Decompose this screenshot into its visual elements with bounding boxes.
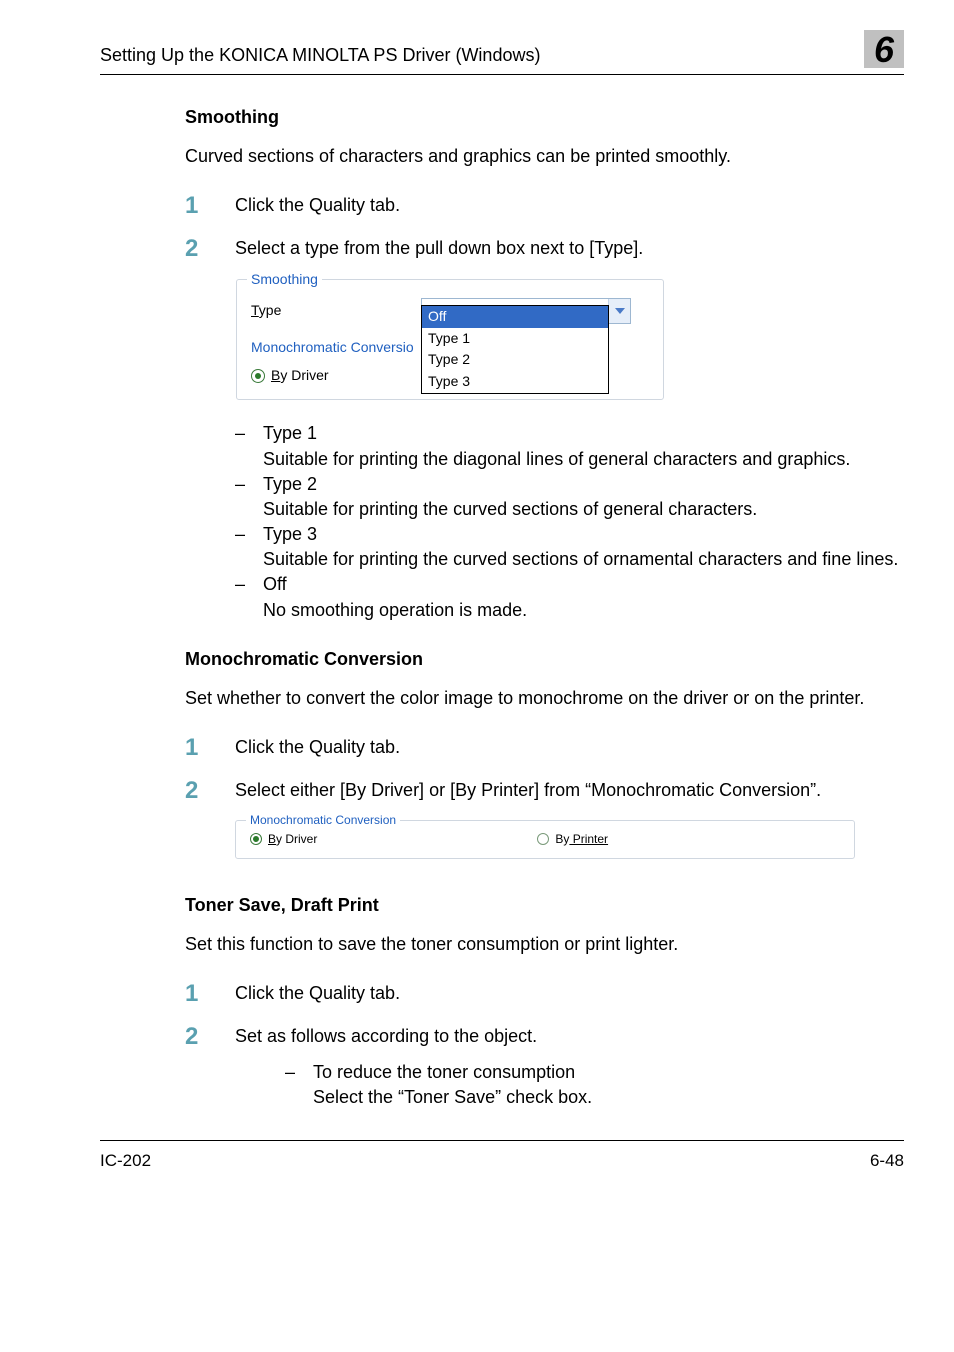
- by-driver-radio[interactable]: [250, 833, 262, 845]
- smoothing-step1-text: Click the Quality tab.: [235, 193, 904, 219]
- type-option-off[interactable]: Off: [422, 306, 608, 328]
- mono-step1-text: Click the Quality tab.: [235, 735, 904, 761]
- off-label: Off: [263, 572, 904, 597]
- toner-intro: Set this function to save the toner cons…: [185, 932, 904, 957]
- step-number: 1: [185, 981, 235, 1007]
- by-driver-radio[interactable]: [251, 369, 265, 383]
- mono-step2-text: Select either [By Driver] or [By Printer…: [235, 778, 904, 804]
- footer-left: IC-202: [100, 1149, 151, 1173]
- step-number: 2: [185, 1024, 235, 1050]
- by-driver-radio-label: By Driver: [271, 366, 329, 386]
- type-option-type1[interactable]: Type 1: [422, 328, 608, 350]
- smoothing-heading: Smoothing: [185, 105, 904, 130]
- off-desc: No smoothing operation is made.: [263, 598, 904, 623]
- step-number: 2: [185, 236, 235, 262]
- type1-label: Type 1: [263, 421, 904, 446]
- mono-intro: Set whether to convert the color image t…: [185, 686, 904, 711]
- mono-screenshot: Monochromatic Conversion By Driver By Pr…: [185, 820, 904, 859]
- chapter-box: 6: [864, 30, 904, 68]
- header-rule: [100, 74, 904, 75]
- type2-desc: Suitable for printing the curved section…: [263, 497, 904, 522]
- smoothing-step2-text: Select a type from the pull down box nex…: [235, 236, 904, 262]
- type2-label: Type 2: [263, 472, 904, 497]
- toner-sub1-desc: Select the “Toner Save” check box.: [313, 1085, 904, 1110]
- toner-step1-text: Click the Quality tab.: [235, 981, 904, 1007]
- type-dropdown-list[interactable]: Off Type 1 Type 2 Type 3: [421, 305, 609, 393]
- toner-step2-text: Set as follows according to the object.: [235, 1024, 904, 1050]
- step-number: 1: [185, 735, 235, 761]
- type1-desc: Suitable for printing the diagonal lines…: [263, 447, 904, 472]
- smoothing-screenshot: Smoothing Type Off Off Type 1 Ty: [185, 278, 904, 401]
- toner-sub1-label: To reduce the toner consumption: [313, 1060, 904, 1085]
- smoothing-types-list: – Type 1 Suitable for printing the diago…: [185, 421, 904, 623]
- by-printer-label: By Printer: [555, 831, 608, 848]
- by-driver-label: By Driver: [268, 831, 317, 848]
- toner-heading: Toner Save, Draft Print: [185, 893, 904, 918]
- type3-label: Type 3: [263, 522, 904, 547]
- footer-right: 6-48: [870, 1149, 904, 1173]
- by-printer-radio[interactable]: [537, 833, 549, 845]
- step-number: 1: [185, 193, 235, 219]
- page-header-title: Setting Up the KONICA MINOLTA PS Driver …: [100, 43, 540, 68]
- smoothing-fieldset-legend: Smoothing: [247, 270, 322, 290]
- mono-fieldset-legend: Monochromatic Conversion: [246, 812, 400, 829]
- step-number: 2: [185, 778, 235, 804]
- chapter-number: 6: [874, 32, 894, 68]
- footer-rule: [100, 1140, 904, 1141]
- type-option-type2[interactable]: Type 2: [422, 349, 608, 371]
- smoothing-intro: Curved sections of characters and graphi…: [185, 144, 904, 169]
- type-label: Type: [251, 301, 421, 321]
- type-option-type3[interactable]: Type 3: [422, 371, 608, 393]
- mono-heading: Monochromatic Conversion: [185, 647, 904, 672]
- chevron-down-icon[interactable]: [608, 299, 630, 323]
- type3-desc: Suitable for printing the curved section…: [263, 547, 904, 572]
